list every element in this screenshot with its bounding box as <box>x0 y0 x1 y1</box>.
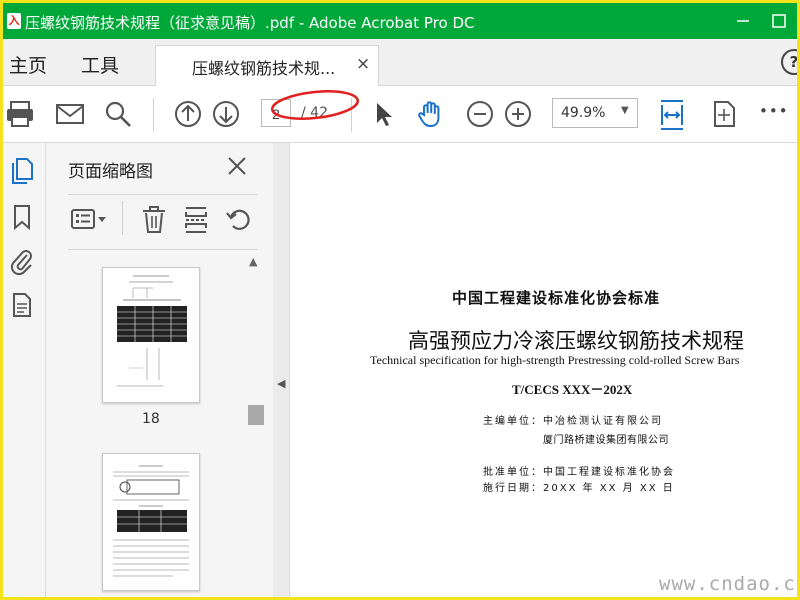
more-tools-icon[interactable]: ••• <box>759 102 789 132</box>
chevron-down-icon: ▼ <box>621 105 629 116</box>
zoom-level-value: 49.9% <box>561 105 606 121</box>
menu-tab-row: 主页 工具 压螺纹钢筋技术规... × ? <box>3 39 797 86</box>
zoom-level-select[interactable]: 49.9% ▼ <box>552 98 638 128</box>
hand-tool-icon[interactable] <box>415 99 445 129</box>
left-navigation-rail <box>3 143 46 597</box>
page-thumbnail[interactable] <box>102 453 200 591</box>
scroll-up-icon[interactable]: ▲ <box>249 255 257 268</box>
extract-page-icon[interactable] <box>182 205 210 239</box>
panel-collapse-strip[interactable]: ◀ <box>273 143 290 597</box>
page-thumbnail[interactable] <box>102 267 200 403</box>
panel-toolbar-separator <box>122 201 123 235</box>
maximize-icon <box>772 14 786 28</box>
document-page-view[interactable]: 中国工程建设标准化协会标准 高强预应力冷滚压螺纹钢筋技术规程 Technical… <box>290 143 797 597</box>
standard-code: T/CECS XXX－202X <box>512 382 633 397</box>
document-properties-icon[interactable] <box>9 291 35 319</box>
zoom-in-icon[interactable] <box>503 99 533 129</box>
site-watermark: www.cndao.com <box>659 573 797 595</box>
panel-divider <box>68 194 258 195</box>
title-bar: 入 压螺纹钢筋技术规程（征求意见稿）.pdf - Adobe Acrobat P… <box>3 3 797 39</box>
collapse-arrow-icon[interactable]: ◀ <box>277 377 285 390</box>
page-thumbnails-icon[interactable] <box>9 157 35 185</box>
document-title-chinese: 高强预应力冷滚压螺纹钢筋技术规程 <box>408 329 744 353</box>
select-cursor-icon[interactable] <box>369 99 399 129</box>
menu-home[interactable]: 主页 <box>9 51 47 78</box>
standard-title: 中国工程建设标准化协会标准 <box>452 289 661 307</box>
effective-date: 施行日期：20XX 年 XX 月 XX 日 <box>483 483 675 494</box>
document-title-english: Technical specification for high-strengt… <box>370 353 740 367</box>
help-icon[interactable]: ? <box>781 49 797 75</box>
thumbnail-options-icon[interactable] <box>70 205 108 239</box>
toolbar-separator <box>153 98 154 132</box>
panel-close-icon[interactable] <box>226 155 248 181</box>
window-title: 压螺纹钢筋技术规程（征求意见稿）.pdf - Adobe Acrobat Pro… <box>25 14 475 32</box>
next-page-icon[interactable] <box>211 99 241 129</box>
document-tab-close-icon[interactable]: × <box>356 54 370 74</box>
scrollbar-thumb[interactable] <box>248 405 264 425</box>
previous-page-icon[interactable] <box>173 99 203 129</box>
attachment-icon[interactable] <box>9 247 35 276</box>
search-icon[interactable] <box>103 99 133 129</box>
minimize-icon <box>737 20 749 22</box>
document-tab-label: 压螺纹钢筋技术规... <box>192 59 336 78</box>
window-frame: 入 压螺纹钢筋技术规程（征求意见稿）.pdf - Adobe Acrobat P… <box>0 0 800 600</box>
thumbnail-scrollbar[interactable]: ▲ <box>246 255 264 595</box>
document-tab[interactable]: 压螺纹钢筋技术规... × <box>155 45 379 86</box>
panel-title: 页面缩略图 <box>68 162 153 182</box>
bookmark-icon[interactable] <box>9 203 35 231</box>
fit-page-icon[interactable] <box>657 99 687 130</box>
chief-editor-unit-2: 厦门路桥建设集团有限公司 <box>543 435 669 446</box>
red-annotation-ellipse <box>270 90 360 120</box>
minimize-button[interactable] <box>731 9 755 33</box>
main-toolbar: 2 / 42 49.9% ▼ ••• <box>3 86 797 143</box>
menu-tools[interactable]: 工具 <box>81 51 119 78</box>
thumbnail-page-number: 18 <box>142 411 160 427</box>
full-screen-icon[interactable] <box>709 99 739 129</box>
approval-unit: 批准单位：中国工程建设标准化协会 <box>483 467 675 478</box>
panel-divider <box>68 249 258 250</box>
acrobat-app-icon: 入 <box>7 13 21 29</box>
delete-page-icon[interactable] <box>140 205 168 239</box>
thumbnail-preview <box>117 275 187 387</box>
email-icon[interactable] <box>55 99 85 129</box>
print-icon[interactable] <box>5 99 35 129</box>
maximize-button[interactable] <box>767 9 791 33</box>
chief-editor-unit: 主编单位：中冶检测认证有限公司 <box>483 416 663 427</box>
zoom-out-icon[interactable] <box>465 99 495 129</box>
rotate-page-icon[interactable] <box>224 205 254 239</box>
page-thumbnails-panel: 页面缩略图 18 ▲ <box>46 143 274 597</box>
thumbnail-preview <box>113 465 189 577</box>
